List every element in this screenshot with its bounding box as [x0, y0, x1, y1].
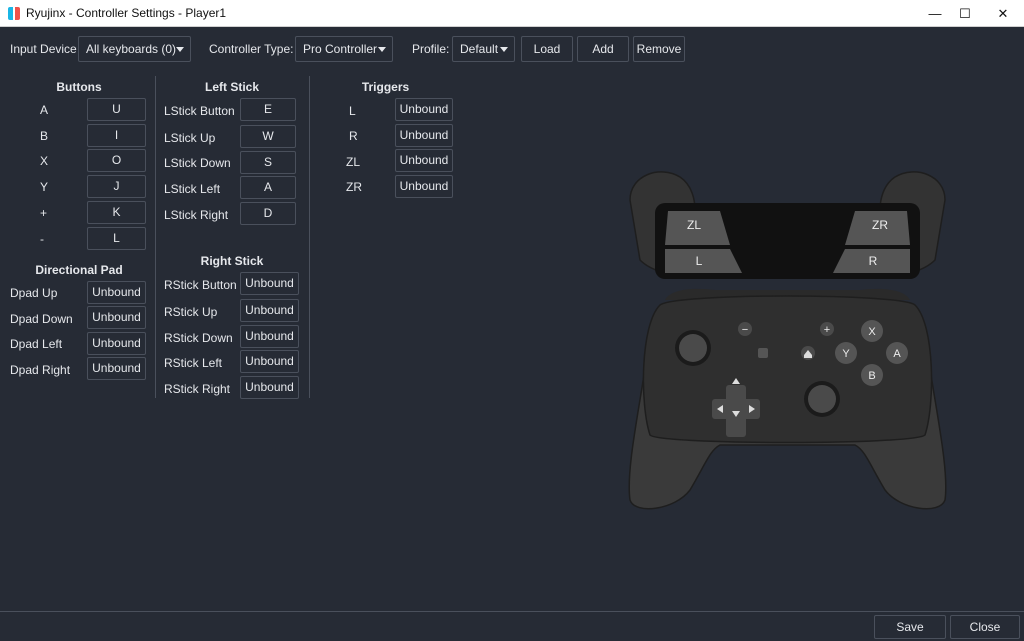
maximize-button[interactable]: ☐ — [948, 0, 982, 27]
controller-type-value: Pro Controller — [303, 42, 378, 56]
button-x-label: X — [40, 154, 49, 168]
lstick-down-label: LStick Down — [164, 156, 231, 170]
lstick-button-label: LStick Button — [164, 104, 235, 118]
remove-profile-button[interactable]: Remove — [633, 36, 685, 62]
close-button[interactable]: Close — [950, 615, 1020, 639]
dpad-up-binding[interactable]: Unbound — [87, 281, 146, 304]
plus-icon: + — [824, 324, 830, 336]
toolbar: Input Device All keyboards (0) Controlle… — [0, 36, 700, 62]
input-device-value: All keyboards (0) — [86, 42, 177, 56]
dpad-up-label: Dpad Up — [10, 286, 58, 300]
button-minus-binding[interactable]: L — [87, 227, 146, 250]
rstick-right-binding[interactable]: Unbound — [240, 376, 299, 399]
controller-type-dropdown[interactable]: Pro Controller — [295, 36, 393, 62]
rstick-button-binding[interactable]: Unbound — [240, 272, 299, 295]
button-x-binding[interactable]: O — [87, 149, 146, 172]
column-divider — [309, 76, 310, 398]
right-stick-section-title: Right Stick — [200, 254, 264, 268]
lstick-button-binding[interactable]: E — [240, 98, 296, 121]
l-label: L — [696, 254, 703, 268]
x-button-label: X — [868, 326, 876, 338]
button-plus-binding[interactable]: K — [87, 201, 146, 224]
zl-label: ZL — [687, 218, 701, 232]
zr-label: ZR — [872, 218, 888, 232]
trigger-zl-label: ZL — [346, 155, 361, 169]
dpad-down-binding[interactable]: Unbound — [87, 306, 146, 329]
button-b-binding[interactable]: I — [87, 124, 146, 147]
dpad-section-title: Directional Pad — [35, 263, 123, 277]
button-a-label: A — [40, 103, 49, 117]
button-plus-label: + — [40, 206, 48, 220]
lstick-up-label: LStick Up — [164, 131, 216, 145]
dpad-left-binding[interactable]: Unbound — [87, 332, 146, 355]
profile-value: Default — [460, 42, 499, 56]
button-a-binding[interactable]: U — [87, 98, 146, 121]
trigger-r-binding[interactable]: Unbound — [395, 124, 453, 147]
load-profile-button[interactable]: Load — [521, 36, 573, 62]
button-b-label: B — [40, 129, 49, 143]
input-device-dropdown[interactable]: All keyboards (0) — [78, 36, 191, 62]
y-button-label: Y — [842, 348, 850, 360]
lstick-right-label: LStick Right — [164, 208, 229, 222]
dpad-left-label: Dpad Left — [10, 337, 63, 351]
input-device-label: Input Device — [10, 42, 77, 56]
rstick-button-label: RStick Button — [164, 278, 237, 292]
minus-icon: − — [742, 324, 748, 336]
r-label: R — [869, 254, 878, 268]
button-y-label: Y — [40, 180, 49, 194]
lstick-left-label: LStick Left — [164, 182, 221, 196]
trigger-l-label: L — [349, 104, 356, 118]
rstick-left-binding[interactable]: Unbound — [240, 350, 299, 373]
trigger-zr-label: ZR — [346, 180, 362, 194]
trigger-r-label: R — [349, 129, 358, 143]
title-bar: Ryujinx - Controller Settings - Player1 … — [0, 0, 1024, 27]
l-button — [665, 249, 742, 273]
profile-dropdown[interactable]: Default — [452, 36, 515, 62]
footer-bar: Save Close — [0, 611, 1024, 641]
rstick-up-label: RStick Up — [164, 305, 218, 319]
rstick-right-label: RStick Right — [164, 382, 231, 396]
window-title: Ryujinx - Controller Settings - Player1 — [26, 6, 227, 20]
chevron-down-icon — [500, 47, 508, 52]
add-profile-button[interactable]: Add — [577, 36, 629, 62]
lstick-left-binding[interactable]: A — [240, 176, 296, 199]
rstick-left-label: RStick Left — [164, 356, 223, 370]
b-button-label: B — [868, 370, 875, 382]
button-minus-label: - — [40, 232, 44, 246]
trigger-zl-binding[interactable]: Unbound — [395, 149, 453, 172]
button-y-binding[interactable]: J — [87, 175, 146, 198]
a-button-label: A — [893, 348, 901, 360]
chevron-down-icon — [378, 47, 386, 52]
controller-type-label: Controller Type: — [209, 42, 294, 56]
lstick-right-binding[interactable]: D — [240, 202, 296, 225]
save-button[interactable]: Save — [874, 615, 946, 639]
lstick-up-binding[interactable]: W — [240, 125, 296, 148]
rstick-down-label: RStick Down — [164, 331, 233, 345]
trigger-l-binding[interactable]: Unbound — [395, 98, 453, 121]
chevron-down-icon — [176, 47, 184, 52]
buttons-section-title: Buttons — [56, 80, 102, 94]
rstick-up-binding[interactable]: Unbound — [240, 299, 299, 322]
left-stick-section-title: Left Stick — [204, 80, 259, 94]
profile-label: Profile: — [412, 42, 450, 56]
minimize-button[interactable]: — — [918, 0, 952, 27]
dpad-right-label: Dpad Right — [10, 363, 71, 377]
column-divider — [155, 76, 156, 398]
dpad-down-label: Dpad Down — [10, 312, 73, 326]
ryujinx-logo-icon — [8, 7, 20, 20]
lstick-down-binding[interactable]: S — [240, 151, 296, 174]
rstick-down-binding[interactable]: Unbound — [240, 325, 299, 348]
trigger-zr-binding[interactable]: Unbound — [395, 175, 453, 198]
triggers-section-title: Triggers — [361, 80, 410, 94]
window-close-button[interactable]: ✕ — [986, 0, 1020, 27]
pro-controller-image: ZL ZR L R X Y A B − + — [628, 171, 947, 510]
dpad-right-binding[interactable]: Unbound — [87, 357, 146, 380]
